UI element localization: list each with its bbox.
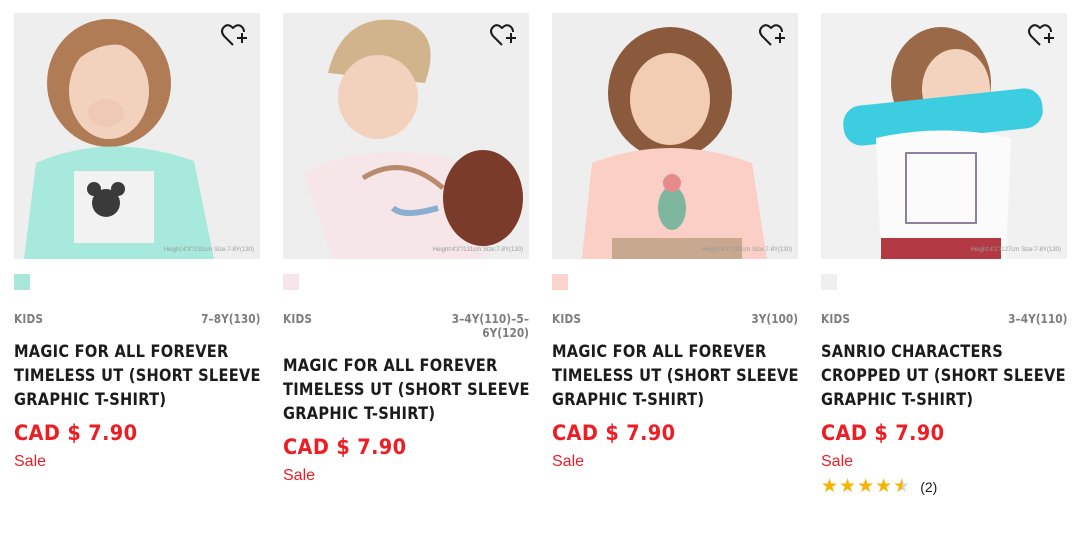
product-price: CAD $ 7.90 (821, 421, 945, 445)
rating[interactable]: ★ ★ ★ ★ ★ (2) (821, 477, 1067, 497)
product-image[interactable]: Height:4'4"/131cm Size:7-8Y(130) (552, 13, 798, 259)
product-photo-illustration (14, 13, 260, 259)
star-icon: ★ (839, 476, 857, 497)
product-name[interactable]: MAGIC FOR ALL FOREVER TIMELESS UT (SHORT… (552, 340, 800, 412)
size-range: 3–4Y(110)–5–6Y(120) (451, 312, 529, 340)
gender-label: KIDS (283, 312, 313, 326)
add-to-favorites-button[interactable] (758, 23, 786, 49)
product-photo-illustration (283, 13, 529, 259)
product-card[interactable]: Height:4'2"/127cm Size:7-8Y(130) KIDS 3–… (821, 13, 1067, 497)
add-to-favorites-button[interactable] (489, 23, 517, 49)
model-size-note: Height:4'3"/131cm Size:7-8Y(130) (432, 247, 523, 253)
product-photo-illustration (821, 13, 1067, 259)
color-swatch[interactable] (14, 274, 30, 290)
star-icon: ★ (821, 476, 839, 497)
size-range: 3Y(100) (751, 312, 798, 326)
gender-label: KIDS (14, 312, 44, 326)
add-to-favorites-button[interactable] (220, 23, 248, 49)
add-to-favorites-button[interactable] (1027, 23, 1055, 49)
model-size-note: Height:4'3"/131cm Size:7-8Y(130) (163, 247, 254, 253)
color-swatch[interactable] (821, 274, 837, 290)
product-card[interactable]: Height:4'3"/131cm Size:7-8Y(130) KIDS 7–… (14, 13, 262, 471)
product-price: CAD $ 7.90 (552, 421, 676, 445)
product-name[interactable]: MAGIC FOR ALL FOREVER TIMELESS UT (SHORT… (283, 354, 531, 426)
product-card[interactable]: Height:4'4"/131cm Size:7-8Y(130) KIDS 3Y… (552, 13, 800, 471)
star-icon: ★ (875, 476, 893, 497)
product-name[interactable]: MAGIC FOR ALL FOREVER TIMELESS UT (SHORT… (14, 340, 262, 412)
star-icon: ★ (857, 476, 875, 497)
heart-plus-icon (759, 24, 785, 46)
sale-flag: Sale (283, 467, 316, 484)
star-rating: ★ ★ ★ ★ ★ (821, 477, 911, 497)
model-size-note: Height:4'4"/131cm Size:7-8Y(130) (701, 247, 792, 253)
sale-flag: Sale (14, 453, 47, 470)
product-name[interactable]: SANRIO CHARACTERS CROPPED UT (SHORT SLEE… (821, 340, 1069, 412)
model-size-note: Height:4'2"/127cm Size:7-8Y(130) (970, 247, 1061, 253)
product-image[interactable]: Height:4'3"/131cm Size:7-8Y(130) (283, 13, 529, 259)
size-range: 3–4Y(110) (1007, 312, 1067, 326)
heart-plus-icon (1028, 24, 1054, 46)
gender-label: KIDS (552, 312, 582, 326)
gender-label: KIDS (821, 312, 851, 326)
half-star-icon: ★ (893, 476, 911, 497)
product-image[interactable]: Height:4'2"/127cm Size:7-8Y(130) (821, 13, 1067, 259)
sale-flag: Sale (821, 453, 854, 470)
size-range: 7–8Y(130) (200, 312, 260, 326)
product-photo-illustration (552, 13, 798, 259)
review-count: (2) (920, 479, 938, 495)
heart-plus-icon (490, 24, 516, 46)
sale-flag: Sale (552, 453, 585, 470)
color-swatch[interactable] (552, 274, 568, 290)
product-card[interactable]: Height:4'3"/131cm Size:7-8Y(130) KIDS 3–… (283, 13, 531, 485)
color-swatch[interactable] (283, 274, 299, 290)
product-price: CAD $ 7.90 (14, 421, 138, 445)
product-image[interactable]: Height:4'3"/131cm Size:7-8Y(130) (14, 13, 260, 259)
product-price: CAD $ 7.90 (283, 435, 407, 459)
heart-plus-icon (221, 24, 247, 46)
